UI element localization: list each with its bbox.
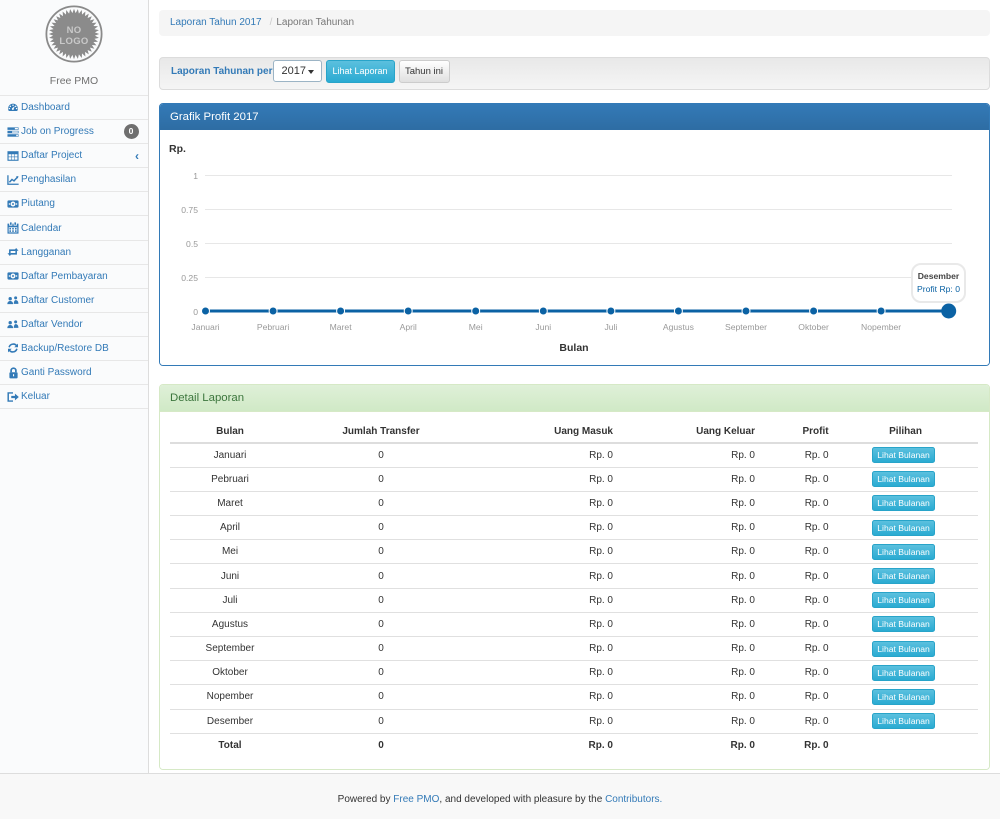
svg-text:September: September: [725, 322, 767, 332]
svg-text:Oktober: Oktober: [798, 322, 829, 332]
svg-text:Januari: Januari: [191, 322, 219, 332]
svg-text:April: April: [400, 322, 417, 332]
svg-text:Juli: Juli: [604, 322, 617, 332]
svg-text:1: 1: [193, 171, 198, 181]
svg-text:Mei: Mei: [469, 322, 483, 332]
svg-text:LOGO: LOGO: [59, 36, 88, 47]
svg-text:Bulan: Bulan: [559, 342, 588, 354]
svg-text:0.25: 0.25: [181, 273, 198, 283]
svg-text:0: 0: [193, 307, 198, 317]
svg-text:0.75: 0.75: [181, 205, 198, 215]
svg-text:Rp.: Rp.: [169, 143, 186, 155]
svg-text:NO: NO: [67, 25, 82, 36]
svg-text:Juni: Juni: [535, 322, 551, 332]
svg-text:Pebruari: Pebruari: [257, 322, 290, 332]
svg-text:Nopember: Nopember: [861, 322, 901, 332]
svg-text:Agustus: Agustus: [663, 322, 694, 332]
svg-text:0.5: 0.5: [186, 239, 198, 249]
svg-text:Maret: Maret: [330, 322, 353, 332]
